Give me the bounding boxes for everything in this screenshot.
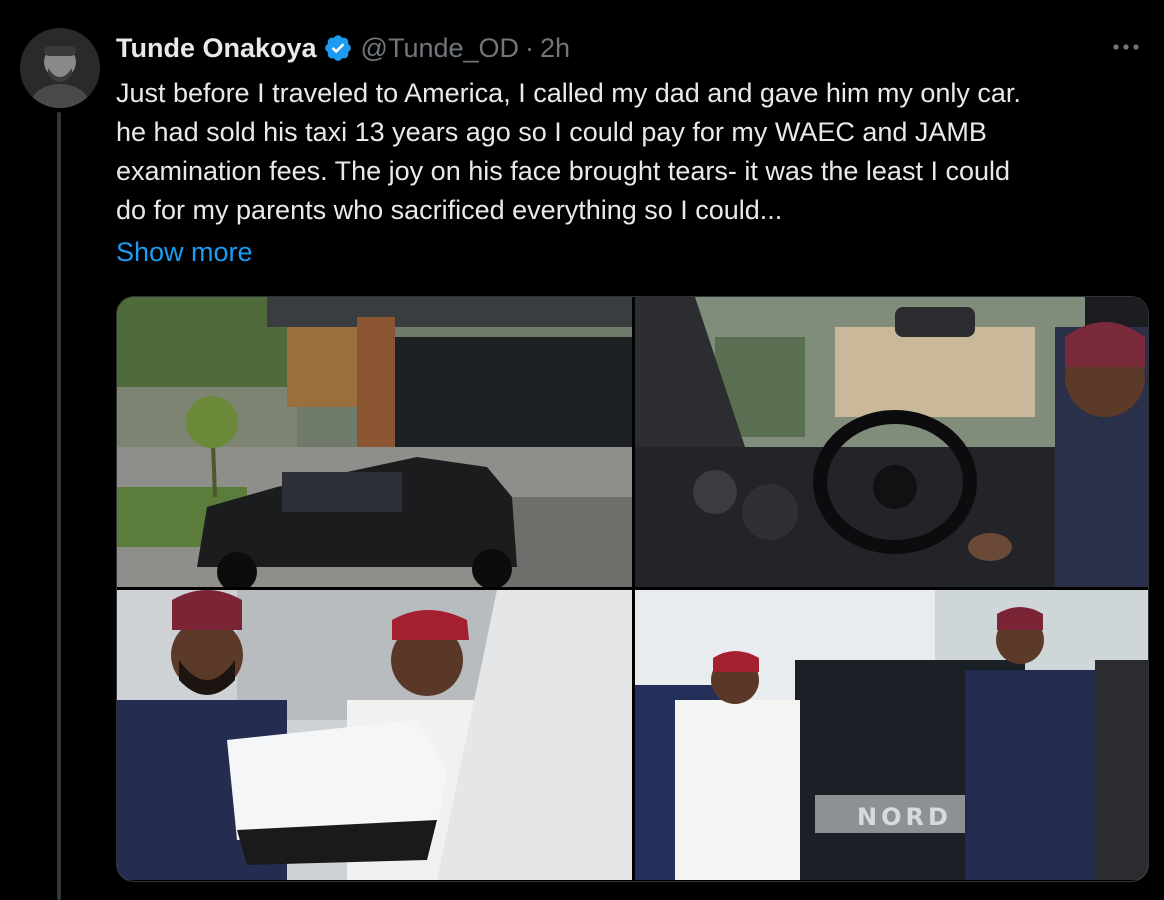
photo-jeep-outside[interactable] (117, 297, 632, 587)
tweet-timestamp[interactable]: 2h (540, 33, 570, 64)
thread-line (57, 112, 61, 900)
more-horizontal-icon[interactable] (1106, 32, 1146, 62)
tweet-text-line: Just before I traveled to America, I cal… (116, 78, 1021, 108)
verified-badge-icon (323, 33, 353, 63)
tweet-header: Tunde Onakoya @Tunde_OD · 2h (116, 28, 1146, 68)
author-name[interactable]: Tunde Onakoya (116, 33, 317, 64)
tweet-text-line: he had sold his taxi 13 years ago so I c… (116, 117, 987, 147)
tweet-text: Just before I traveled to America, I cal… (116, 74, 1156, 230)
show-more-link[interactable]: Show more (116, 233, 253, 272)
photo-grille-text: NORD (857, 803, 952, 831)
tweet-text-line: do for my parents who sacrificed everyth… (116, 195, 783, 225)
photo-two-men-mirror[interactable] (117, 590, 632, 880)
separator-dot: · (525, 32, 535, 63)
author-handle[interactable]: @Tunde_OD (361, 33, 519, 64)
tweet[interactable]: Tunde Onakoya @Tunde_OD · 2h Just before… (0, 0, 1164, 900)
avatar[interactable] (20, 28, 100, 108)
photo-driver-interior[interactable] (635, 297, 1148, 587)
media-grid: NORD (116, 296, 1149, 882)
tweet-text-line: examination fees. The joy on his face br… (116, 156, 1010, 186)
photo-two-men-nord[interactable]: NORD (635, 590, 1148, 880)
